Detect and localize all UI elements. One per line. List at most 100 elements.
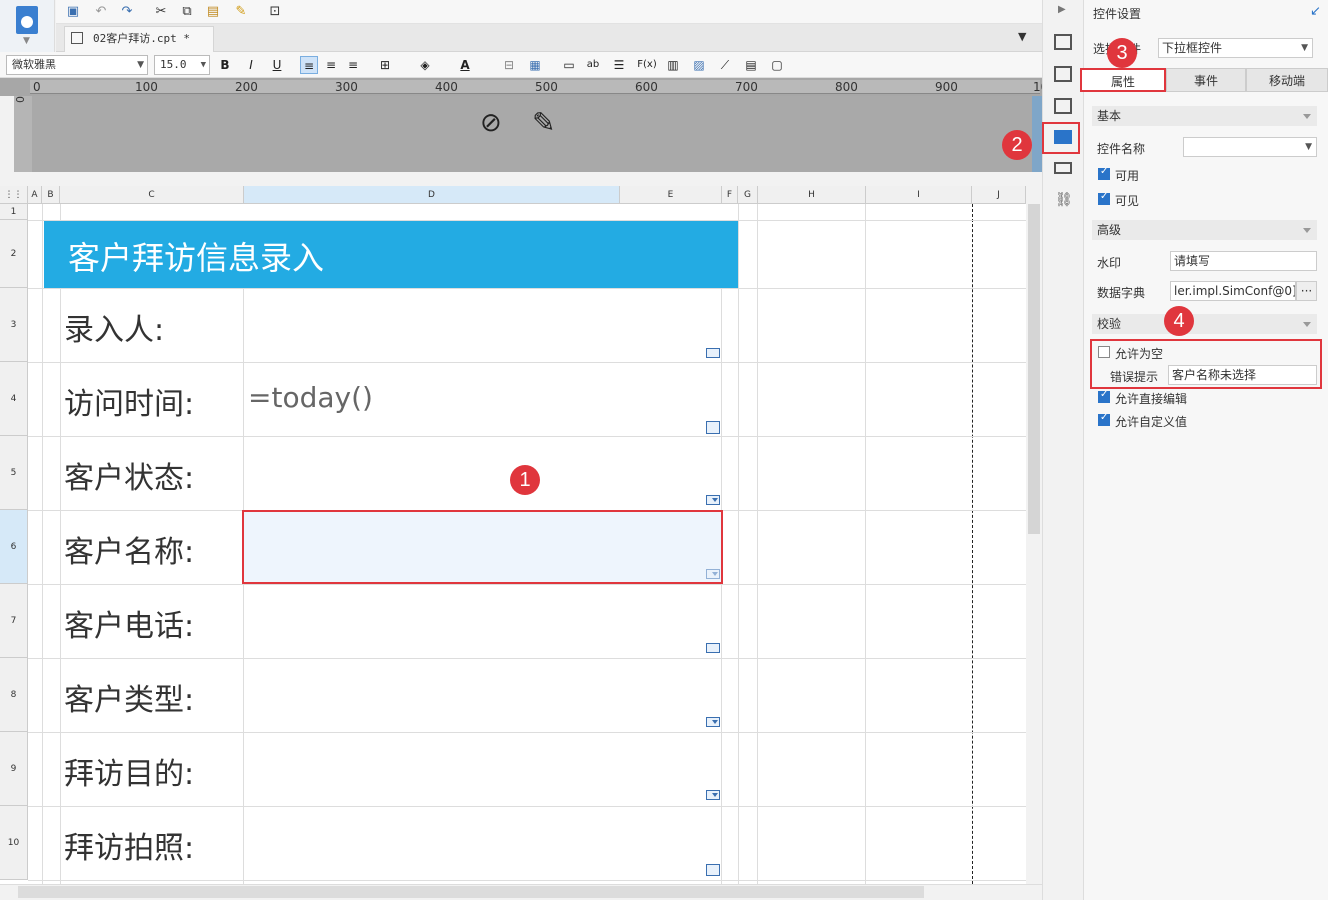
border-icon[interactable]: ⊞ — [376, 56, 394, 74]
slash-icon[interactable]: ⟋ — [716, 56, 734, 74]
file-widget-icon — [706, 864, 720, 876]
customer-name-cell-selected[interactable] — [242, 510, 723, 584]
hyperlink-icon[interactable]: ⛓ — [1055, 192, 1073, 208]
row-header[interactable]: 10 — [0, 806, 28, 880]
watermark-input[interactable]: 请填写 — [1170, 251, 1317, 271]
paragraph-icon[interactable]: ☰ — [610, 56, 628, 74]
column-header[interactable]: G — [738, 186, 758, 204]
hide-eye-icon[interactable]: ⊘ — [480, 108, 502, 138]
sheet-title-banner[interactable]: 客户拜访信息录入 — [44, 221, 738, 288]
row-header[interactable]: 8 — [0, 658, 28, 732]
pin-icon[interactable]: ↙ — [1310, 4, 1321, 19]
chart-icon[interactable]: ▥ — [664, 56, 682, 74]
column-header[interactable]: I — [866, 186, 972, 204]
redo-icon[interactable]: ↷ — [118, 3, 136, 21]
column-header[interactable]: J — [972, 186, 1026, 204]
file-tab[interactable]: 02客户拜访.cpt * — [64, 26, 214, 52]
font-size-select[interactable]: 15.0 ▼ — [154, 55, 210, 75]
font-family-select[interactable]: 微软雅黑 ▼ — [6, 55, 148, 75]
align-left-icon[interactable]: ≡ — [300, 56, 318, 74]
visit-purpose-cell[interactable] — [244, 733, 721, 806]
formula-button[interactable]: F(x) — [636, 56, 658, 74]
expand-arrow-icon[interactable]: ▶ — [1058, 4, 1066, 15]
widget-name-input[interactable]: ▼ — [1183, 137, 1317, 157]
align-right-icon[interactable]: ≡ — [344, 56, 362, 74]
allow-edit-checkbox[interactable] — [1098, 389, 1110, 403]
table-icon[interactable]: ▦ — [526, 56, 544, 74]
visit-photo-cell[interactable] — [244, 807, 721, 880]
customer-phone-cell[interactable] — [244, 585, 721, 658]
watermark-value: 请填写 — [1174, 254, 1211, 268]
cell-attribute-icon[interactable] — [1054, 34, 1072, 50]
label-visit-photo: 拜访拍照: — [64, 831, 195, 866]
italic-button[interactable]: I — [242, 56, 260, 74]
row-header[interactable]: 9 — [0, 732, 28, 806]
column-header[interactable]: F — [722, 186, 738, 204]
row-header[interactable]: 6 — [0, 510, 28, 584]
corner-cell[interactable]: ⋮⋮ — [0, 186, 28, 204]
tab-mobile[interactable]: 移动端 — [1246, 68, 1328, 92]
tab-menu-icon[interactable]: ▼ — [1018, 30, 1026, 43]
underline-button[interactable]: U — [268, 56, 286, 74]
section-advanced[interactable]: 高级 — [1092, 220, 1317, 240]
textbox-icon[interactable]: ▭ — [560, 56, 578, 74]
row-header[interactable]: 2 — [0, 220, 28, 288]
customer-type-cell[interactable] — [244, 659, 721, 732]
visit-time-cell[interactable]: =today() — [244, 363, 721, 436]
format-painter-icon[interactable]: ✎ — [232, 3, 250, 21]
pane-scrollbar[interactable] — [1032, 96, 1042, 172]
row-header[interactable]: 4 — [0, 362, 28, 436]
column-header[interactable]: B — [42, 186, 60, 204]
condition-icon[interactable] — [1054, 162, 1072, 174]
column-header[interactable]: A — [28, 186, 42, 204]
data-dict-input[interactable]: ler.impl.SimConf@0]] — [1170, 281, 1296, 301]
data-dict-button[interactable]: ··· — [1296, 281, 1317, 301]
copy-icon[interactable]: ⧉ — [178, 3, 196, 21]
edit-pencil-icon[interactable]: ✎ — [532, 106, 555, 139]
subreport-icon[interactable]: ▤ — [742, 56, 760, 74]
app-logo[interactable]: ▼ — [0, 0, 55, 52]
tab-events[interactable]: 事件 — [1166, 68, 1246, 92]
label-visit-time: 访问时间: — [64, 387, 195, 422]
fill-color-icon[interactable]: ◈ — [416, 56, 434, 74]
customer-status-cell[interactable] — [244, 437, 721, 510]
font-size-value: 15.0 — [160, 58, 187, 71]
widget-type-select[interactable]: 下拉框控件 ▼ — [1158, 38, 1313, 58]
frame-icon[interactable]: ▢ — [768, 56, 786, 74]
column-header[interactable]: C — [60, 186, 244, 204]
undo-icon[interactable]: ↶ — [92, 3, 110, 21]
row-header[interactable]: 3 — [0, 288, 28, 362]
row-header[interactable]: 1 — [0, 204, 28, 220]
paste-icon[interactable]: ▤ — [204, 3, 222, 21]
align-center-icon[interactable]: ≡ — [322, 56, 340, 74]
border-frame-icon[interactable] — [1054, 98, 1072, 114]
column-header[interactable]: E — [620, 186, 722, 204]
widget-info-icon[interactable] — [1054, 66, 1072, 82]
bold-button[interactable]: B — [216, 56, 234, 74]
column-header[interactable]: H — [758, 186, 866, 204]
cut-icon[interactable]: ✂ — [152, 3, 170, 21]
save-icon[interactable]: ▣ — [64, 3, 82, 21]
column-header[interactable]: D — [244, 186, 620, 204]
vertical-scroll-thumb[interactable] — [1028, 204, 1040, 534]
tab-attributes[interactable]: 属性 — [1080, 68, 1166, 92]
section-validate[interactable]: 校验 — [1092, 314, 1317, 334]
ruler-tick: 900 — [935, 80, 958, 94]
allow-custom-checkbox[interactable] — [1098, 412, 1110, 426]
ruler-tick: 300 — [335, 80, 358, 94]
enabled-label: 可用 — [1115, 169, 1140, 183]
row-header[interactable]: 5 — [0, 436, 28, 510]
row-header[interactable]: 7 — [0, 584, 28, 658]
preview-icon[interactable]: ⊡ — [266, 3, 284, 21]
recorder-cell[interactable] — [244, 289, 721, 362]
data-dict-label: 数据字典 — [1097, 286, 1146, 300]
merge-icon[interactable]: ⊟ — [500, 56, 518, 74]
font-color-icon[interactable]: A — [456, 56, 474, 74]
watermark-label: 水印 — [1097, 256, 1122, 270]
visible-checkbox[interactable] — [1098, 191, 1110, 205]
image-icon[interactable]: ▨ — [690, 56, 708, 74]
ab-icon[interactable]: ab — [584, 56, 602, 74]
enabled-checkbox[interactable] — [1098, 166, 1110, 180]
section-basic[interactable]: 基本 — [1092, 106, 1317, 126]
horizontal-scroll-thumb[interactable] — [18, 886, 924, 898]
